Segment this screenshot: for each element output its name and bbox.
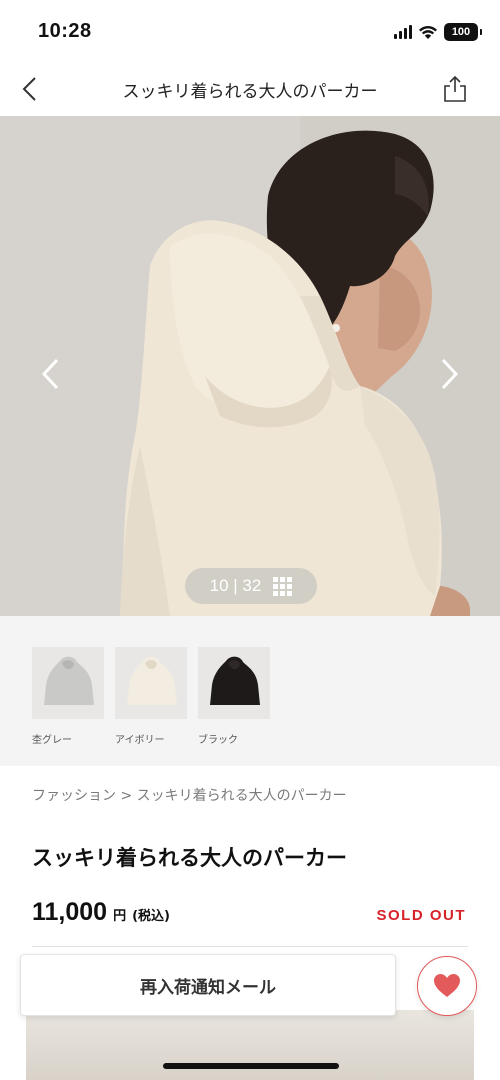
product-photo (0, 116, 500, 616)
heart-icon (434, 974, 460, 997)
favorite-button[interactable] (417, 956, 477, 1016)
share-icon (444, 75, 466, 102)
stock-status-badge: SOLD OUT (376, 907, 466, 924)
chevron-left-icon (22, 77, 36, 101)
page-title: スッキリ着られる大人のパーカー (122, 82, 378, 102)
color-label: 杢グレー (32, 735, 72, 746)
color-option-gray[interactable]: 杢グレー (32, 647, 104, 746)
color-thumbnail (32, 647, 104, 719)
status-icons: 100 (394, 22, 482, 42)
status-time: 10:28 (38, 20, 92, 42)
restock-notify-button[interactable]: 再入荷通知メール (20, 954, 396, 1016)
image-counter: 10 | 32 (209, 576, 262, 595)
color-thumbnail (198, 647, 270, 719)
breadcrumb[interactable]: ファッション > スッキリ着られる大人のパーカー (32, 785, 347, 805)
battery-icon: 100 (444, 23, 482, 41)
image-counter-button[interactable]: 10 | 32 (185, 568, 317, 604)
status-bar: 10:28 100 (0, 0, 500, 62)
color-selector: 杢グレー アイボリー ブラック (0, 616, 500, 766)
color-option-ivory[interactable]: アイボリー (115, 647, 187, 746)
price-tax-note: (税込) (132, 909, 170, 924)
next-image-preview (26, 1010, 474, 1080)
chevron-right-icon (441, 358, 459, 390)
color-label: アイボリー (115, 735, 165, 746)
color-option-black[interactable]: ブラック (198, 647, 270, 746)
color-label: ブラック (198, 735, 238, 746)
color-thumbnail (115, 647, 187, 719)
previous-image-button[interactable] (32, 352, 68, 396)
cellular-signal-icon (394, 25, 412, 39)
wifi-icon (419, 26, 437, 39)
share-button[interactable] (440, 73, 470, 105)
product-title: スッキリ着られる大人のパーカー (32, 846, 347, 870)
chevron-left-icon (41, 358, 59, 390)
nav-bar: スッキリ着られる大人のパーカー (0, 62, 500, 116)
divider (32, 946, 468, 947)
grid-icon (273, 576, 293, 596)
home-indicator (163, 1063, 339, 1069)
product-image-carousel[interactable]: 10 | 32 (0, 116, 500, 616)
price-currency: 円 (113, 909, 127, 924)
product-price: 11,000 円 (税込) (32, 898, 170, 927)
back-button[interactable] (14, 72, 44, 106)
price-value: 11,000 (32, 898, 108, 926)
next-image-button[interactable] (432, 352, 468, 396)
